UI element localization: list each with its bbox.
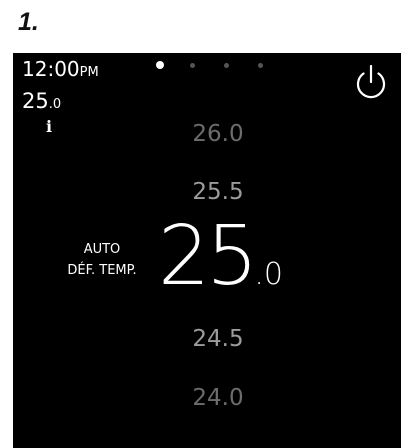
setpoint-temperature[interactable]: 25.0: [158, 216, 283, 298]
mode-label-def-temp: DÉF. TEMP.: [67, 263, 137, 278]
temp-option-26-0[interactable]: 26.0: [168, 123, 268, 146]
page-dot-1[interactable]: [156, 61, 164, 69]
page-indicator: [156, 61, 276, 71]
setpoint-decimal: .0: [254, 257, 283, 292]
setpoint-int: 25: [158, 209, 258, 304]
power-icon: [356, 64, 386, 99]
page-dot-2[interactable]: [190, 63, 195, 68]
mode-label-auto: AUTO: [83, 242, 121, 257]
thermostat-screen: 12:00PM 25.0 i 26.0 25.5 AUTO DÉF. TEMP.…: [13, 53, 401, 448]
page-dot-3[interactable]: [224, 63, 229, 68]
clock-time: 12:00: [22, 57, 80, 81]
current-temperature: 25.0: [22, 91, 61, 112]
page-dot-4[interactable]: [258, 63, 263, 68]
temp-option-25-5[interactable]: 25.5: [168, 181, 268, 204]
current-temp-decimal: .0: [48, 97, 62, 112]
temp-option-24-0[interactable]: 24.0: [168, 387, 268, 410]
current-temp-int: 25: [22, 89, 49, 113]
step-number: 1.: [18, 8, 39, 36]
clock-ampm: PM: [79, 65, 99, 80]
temp-option-24-5[interactable]: 24.5: [168, 328, 268, 351]
clock: 12:00PM: [22, 59, 99, 79]
power-button[interactable]: [351, 63, 391, 103]
info-icon[interactable]: i: [46, 119, 52, 135]
